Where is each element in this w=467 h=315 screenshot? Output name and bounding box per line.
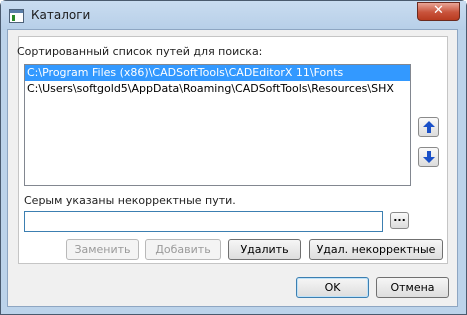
ok-button[interactable]: OK: [296, 277, 369, 298]
replace-button[interactable]: Заменить: [66, 239, 139, 260]
close-button[interactable]: ✕: [417, 2, 460, 21]
move-up-button[interactable]: [418, 117, 439, 137]
add-button[interactable]: Добавить: [145, 239, 221, 260]
paths-listbox[interactable]: C:\Program Files (x86)\CADSoftTools\CADE…: [24, 64, 411, 186]
arrow-down-icon: [423, 151, 435, 163]
delete-invalid-button[interactable]: Удал. некорректные: [309, 239, 443, 260]
path-list-item[interactable]: C:\Users\softgold5\AppData\Roaming\CADSo…: [25, 81, 410, 97]
move-down-button[interactable]: [418, 147, 439, 167]
paths-list-label: Сортированный список путей для поиска:: [17, 45, 263, 58]
path-input[interactable]: [24, 211, 383, 232]
window-title: Каталоги: [31, 8, 91, 22]
delete-button[interactable]: Удалить: [228, 239, 301, 260]
arrow-up-icon: [423, 121, 435, 133]
invalid-paths-hint: Серым указаны некорректные пути.: [24, 194, 236, 207]
path-list-item[interactable]: C:\Program Files (x86)\CADSoftTools\CADE…: [25, 65, 410, 81]
cancel-button[interactable]: Отмена: [376, 277, 449, 298]
window-app-icon: [9, 9, 24, 23]
browse-button[interactable]: ...: [390, 212, 409, 229]
title-bar[interactable]: Каталоги ✕: [1, 1, 466, 30]
